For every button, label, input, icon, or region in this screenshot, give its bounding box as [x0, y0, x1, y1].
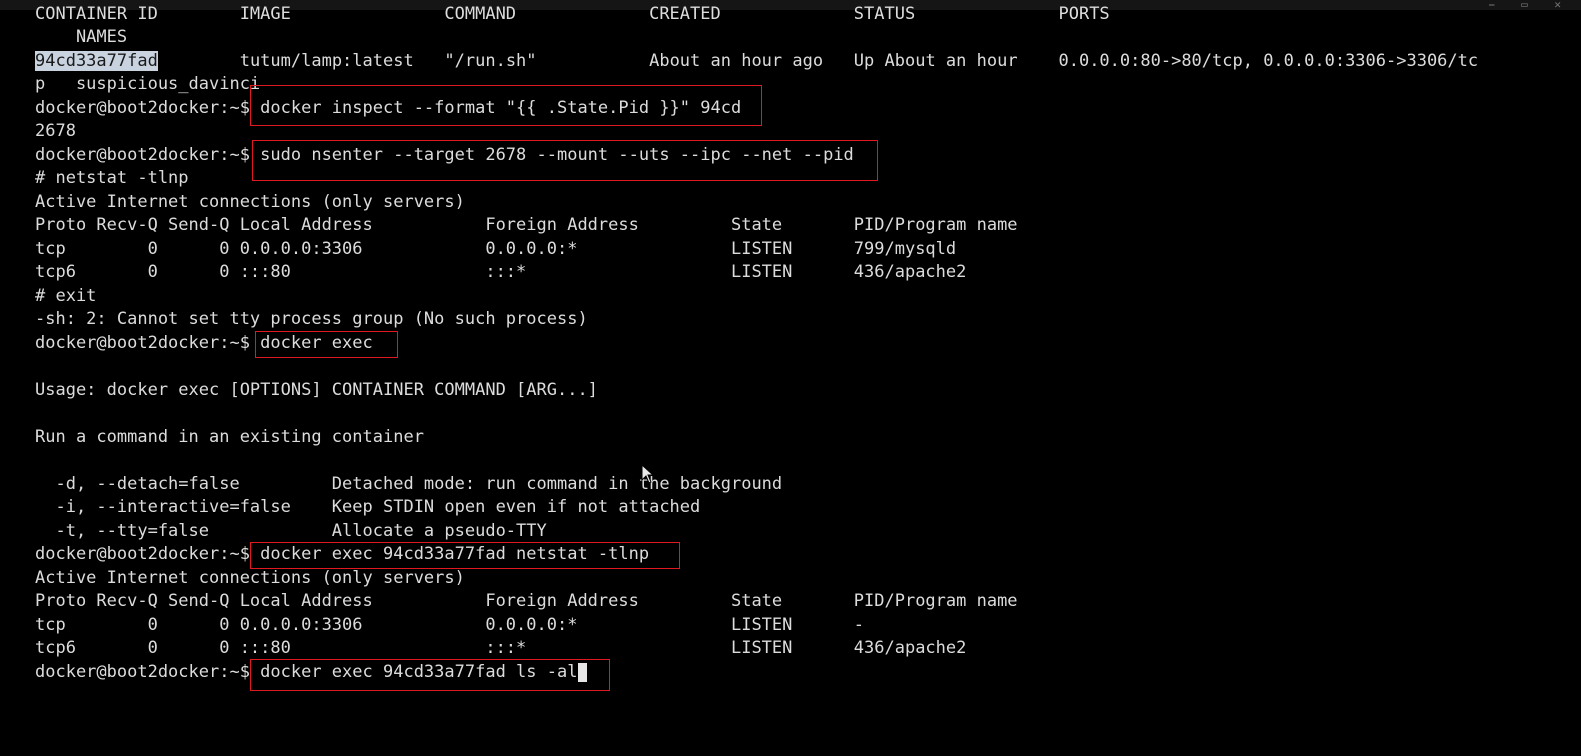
terminal-line: 2678 [35, 121, 76, 141]
container-row: 94cd33a77fad tutum/lamp:latest "/run.sh"… [35, 50, 1478, 73]
terminal-line: tcp 0 0 0.0.0.0:3306 0.0.0.0:* LISTEN - [35, 615, 865, 635]
terminal-line: NAMES [35, 27, 128, 47]
terminal-line: tcp6 0 0 :::80 :::* LISTEN 436/apache2 [35, 262, 967, 282]
terminal-line: tcp6 0 0 :::80 :::* LISTEN 436/apache2 [35, 638, 967, 658]
highlight-box-inspect [250, 85, 762, 126]
window-controls-icon[interactable]: ⎯ ▭ ✕ [1489, 0, 1571, 12]
terminal-line: Proto Recv-Q Send-Q Local Address Foreig… [35, 215, 1018, 235]
terminal-line: Usage: docker exec [OPTIONS] CONTAINER C… [35, 380, 598, 400]
terminal-line: Active Internet connections (only server… [35, 568, 465, 588]
container-row-details: tutum/lamp:latest "/run.sh" About an hou… [157, 51, 1479, 71]
terminal-line: p suspicious_davinci [35, 74, 261, 94]
terminal-line: -i, --interactive=false Keep STDIN open … [35, 497, 701, 517]
terminal-line: # exit [35, 286, 97, 306]
terminal-window[interactable]: ⎯ ▭ ✕ CONTAINER ID IMAGE COMMAND CREATED… [0, 0, 1581, 756]
mouse-pointer-icon [641, 464, 655, 484]
terminal-line: Run a command in an existing container [35, 427, 424, 447]
terminal-line: -d, --detach=false Detached mode: run co… [35, 474, 783, 494]
highlight-box-exec [255, 331, 398, 358]
terminal-line: Proto Recv-Q Send-Q Local Address Foreig… [35, 591, 1018, 611]
terminal-line: -t, --tty=false Allocate a pseudo-TTY [35, 521, 547, 541]
highlight-box-exec-ls [250, 659, 610, 691]
terminal-line: -sh: 2: Cannot set tty process group (No… [35, 309, 588, 329]
selected-container-id[interactable]: 94cd33a77fad [35, 51, 158, 71]
terminal-line: # netstat -tlnp [35, 168, 189, 188]
terminal-line: Active Internet connections (only server… [35, 192, 465, 212]
terminal-line: CONTAINER ID IMAGE COMMAND CREATED STATU… [35, 4, 1110, 24]
highlight-box-exec-netstat [250, 542, 680, 569]
highlight-box-nsenter [252, 140, 878, 181]
terminal-line: tcp 0 0 0.0.0.0:3306 0.0.0.0:* LISTEN 79… [35, 239, 957, 259]
